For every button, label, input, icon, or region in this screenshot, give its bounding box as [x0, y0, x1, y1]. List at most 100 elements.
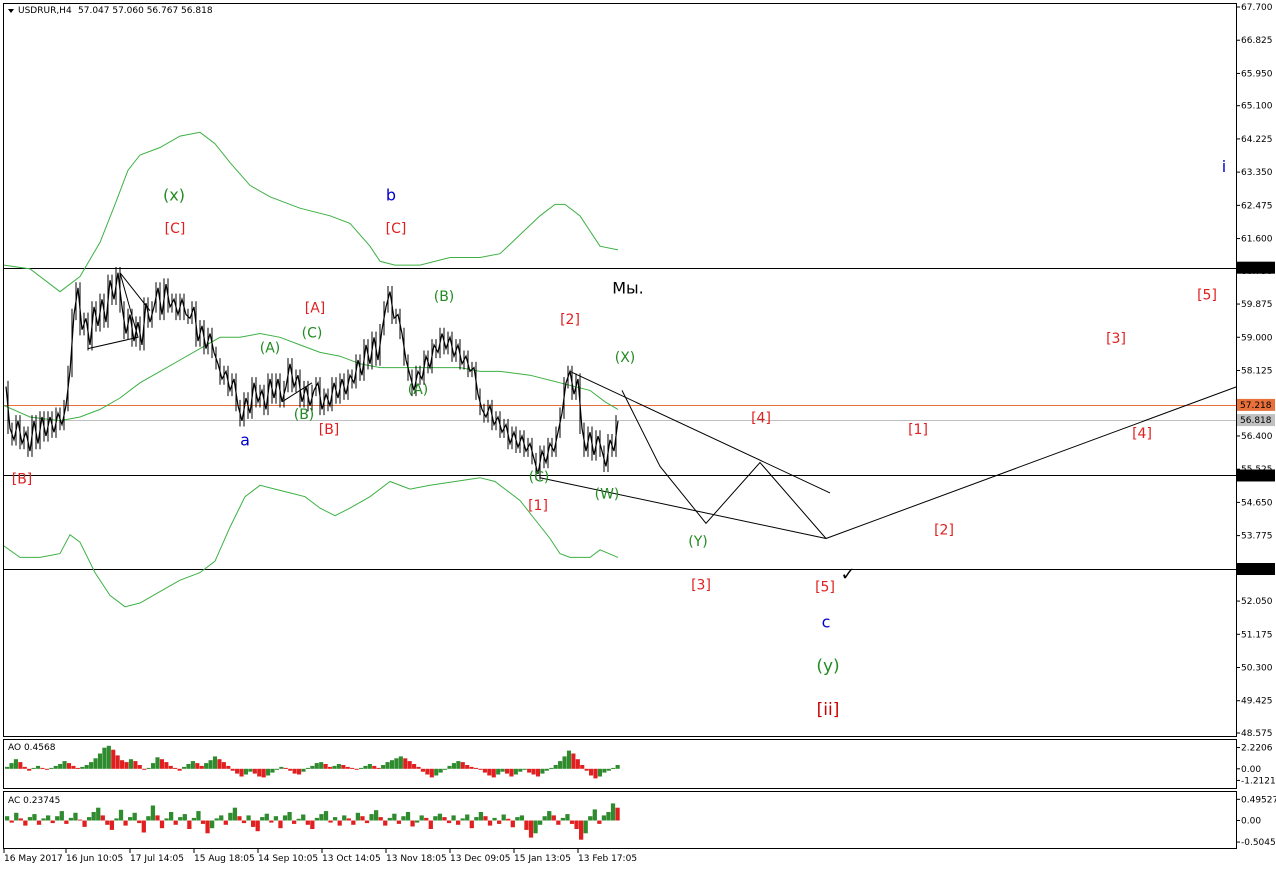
wave-label: (A): [408, 382, 429, 398]
ohlc-header: 57.047 57.060 56.767 56.818: [78, 6, 213, 16]
x-tick-label: 13 Nov 18:05: [386, 854, 447, 864]
ac-bar: [173, 820, 178, 825]
ac-bar: [469, 820, 474, 829]
ao-bar: [93, 758, 98, 769]
ac-bar: [615, 807, 620, 821]
ao-tick-label: 0.00: [1241, 765, 1261, 775]
ao-bar: [80, 766, 85, 769]
ao-bar: [226, 765, 231, 769]
main-y-axis: 67.700 66.825 65.950 65.100 64.225 63.350 62.4…: [1236, 3, 1273, 739]
x-tick-label: 15 Jan 13:05: [514, 854, 571, 864]
ac-bar: [282, 815, 288, 821]
ac-bar: [91, 812, 96, 821]
envelope-bands: [3, 131, 619, 608]
ac-bar: [524, 820, 529, 830]
ao-bar: [429, 768, 434, 778]
ao-bar: [469, 766, 474, 769]
ac-bar: [601, 815, 607, 821]
ao-bar: [580, 765, 585, 769]
ao-bar: [53, 765, 58, 769]
wave-annotations: (x)[C]b[C]Мы.[A](B)(C)(A)[2](X)(A)(B)[B]…: [12, 157, 1226, 720]
ao-bar: [513, 768, 518, 775]
ac-bar: [191, 817, 197, 821]
wave-label: (A): [260, 340, 281, 356]
ao-bar: [589, 768, 594, 776]
instrument-label: USDRUR,H4: [18, 6, 72, 16]
ac-bar: [77, 819, 83, 821]
y-tick-label: 67.700: [1241, 3, 1273, 13]
ac-bar: [328, 820, 333, 823]
wave-label: (C): [302, 325, 323, 341]
ao-bar: [66, 763, 72, 769]
ao-bar: [443, 768, 448, 770]
ac-bar: [228, 812, 233, 821]
ac-bar: [510, 820, 515, 828]
ao-bar: [58, 764, 63, 769]
ac-bar: [55, 816, 60, 821]
ao-bar: [181, 766, 187, 769]
ac-bar: [474, 817, 479, 821]
y-tick-label: 59.000: [1241, 333, 1273, 343]
ac-bar: [100, 815, 105, 821]
ao-bar: [239, 768, 244, 777]
wave-label: (X): [615, 350, 636, 366]
ao-bar: [208, 760, 213, 769]
ao-bar: [615, 765, 620, 769]
ao-bar: [504, 768, 510, 774]
ao-bar: [323, 764, 328, 769]
ao-bar: [425, 768, 430, 775]
ac-bar: [442, 817, 447, 821]
ao-bar: [128, 759, 133, 769]
price-label-text: 52.895: [1240, 565, 1272, 575]
menu-triangle-icon[interactable]: [8, 9, 14, 13]
ao-bar: [412, 764, 417, 769]
ao-bar: [49, 767, 54, 769]
ac-label: AC 0.23745: [8, 796, 60, 806]
ao-bar: [31, 767, 36, 769]
ac-bar: [451, 815, 456, 821]
ac-bar: [428, 820, 433, 829]
ac-bar: [351, 820, 356, 825]
wave-label: [B]: [12, 471, 33, 487]
ac-bar: [150, 805, 156, 821]
wave-label: a: [240, 430, 250, 449]
ac-bar: [132, 812, 137, 821]
ao-bar: [217, 759, 222, 769]
ao-bar: [120, 760, 125, 769]
y-tick-label: 51.175: [1241, 630, 1273, 640]
ac-bar: [269, 820, 274, 823]
ac-bar: [506, 818, 511, 821]
y-tick-label: 59.875: [1241, 300, 1273, 310]
wave-label: [4]: [751, 411, 771, 427]
ao-bar: [319, 762, 324, 769]
ao-bar: [327, 766, 333, 769]
ac-bar: [214, 818, 219, 821]
ao-bar: [602, 768, 607, 773]
ao-bar: [252, 768, 257, 774]
ao-bar: [168, 765, 173, 769]
ac-bar: [287, 812, 292, 821]
ac-bar: [32, 814, 37, 821]
price-label-text: 56.818: [1240, 416, 1272, 426]
ao-bar: [345, 766, 350, 769]
ao-bar: [549, 767, 554, 769]
ac-bar: [310, 820, 315, 829]
ao-bar: [420, 768, 426, 772]
wave-label: (B): [294, 407, 315, 423]
ao-bar: [575, 759, 580, 769]
ac-bar: [487, 820, 493, 826]
indicator-y-axis: 2.22060.00-1.21210.495270.00-0.50454: [1236, 744, 1276, 848]
ac-bar: [246, 815, 251, 821]
chart-svg: (x)[C]b[C]Мы.[A](B)(C)(A)[2](X)(A)(B)[B]…: [3, 3, 1276, 864]
ac-bar: [182, 814, 187, 821]
wave-label: [ii]: [817, 700, 840, 720]
ao-bar: [146, 767, 151, 769]
ac-bar: [96, 807, 101, 821]
ac-bar: [515, 817, 520, 821]
ao-bar: [509, 768, 514, 777]
ao-bar: [535, 768, 541, 777]
y-tick-label: 54.650: [1241, 498, 1273, 508]
ao-bar: [496, 768, 501, 775]
ao-bar: [9, 763, 14, 769]
ao-bar: [106, 745, 111, 769]
